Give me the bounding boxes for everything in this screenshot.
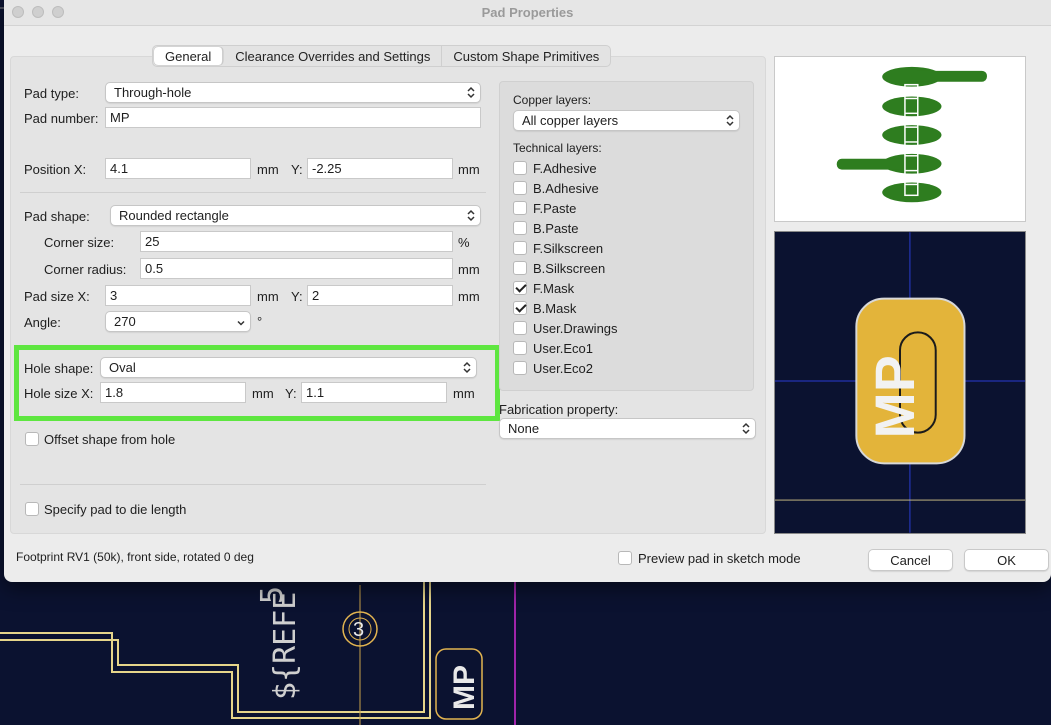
tab-custom-shape-primitives[interactable]: Custom Shape Primitives	[442, 46, 610, 66]
technical-layers-label: Technical layers:	[513, 141, 602, 155]
tab-clearance-overrides[interactable]: Clearance Overrides and Settings	[224, 46, 443, 66]
pad-shape-label: Pad shape:	[24, 209, 90, 224]
select-arrows-icon	[467, 209, 475, 222]
position-x-unit: mm	[257, 162, 279, 177]
corner-radius-label: Corner radius:	[44, 262, 127, 277]
angle-label: Angle:	[24, 315, 61, 330]
hole-size-y-input[interactable]: 1.1	[301, 382, 447, 403]
pad-size-y-label: Y:	[291, 289, 303, 304]
angle-combo[interactable]: 270	[105, 311, 251, 332]
pad-size-y-unit: mm	[458, 289, 480, 304]
preview-pad-label: MP	[864, 355, 926, 438]
select-arrows-icon	[726, 114, 734, 127]
layer-label: User.Drawings	[533, 321, 618, 336]
ok-button[interactable]: OK	[964, 549, 1049, 571]
layer-label: User.Eco1	[533, 341, 593, 356]
select-arrows-icon	[463, 361, 471, 374]
layer-label: User.Eco2	[533, 361, 593, 376]
corner-radius-input[interactable]: 0.5	[140, 258, 453, 279]
layer-user-drawings-checkbox[interactable]	[513, 321, 527, 335]
pad-type-label: Pad type:	[24, 86, 79, 101]
pad-size-x-unit: mm	[257, 289, 279, 304]
hole-shape-value: Oval	[109, 360, 136, 375]
divider	[20, 192, 486, 193]
position-x-label: Position X:	[24, 162, 87, 177]
hole-shape-select[interactable]: Oval	[100, 357, 477, 378]
position-y-input[interactable]: -2.25	[307, 158, 453, 179]
status-text: Footprint RV1 (50k), front side, rotated…	[16, 550, 254, 564]
pad-type-select[interactable]: Through-hole	[105, 82, 481, 103]
layer-label: B.Paste	[533, 221, 579, 236]
die-length-label: Specify pad to die length	[44, 502, 187, 517]
layer-label: B.Silkscreen	[533, 261, 606, 276]
tab-bar: General Clearance Overrides and Settings…	[152, 45, 612, 67]
pad-layer-stack-preview	[774, 56, 1026, 222]
pcb-digit: 5	[255, 586, 290, 604]
select-arrows-icon	[467, 86, 475, 99]
angle-unit: °	[257, 314, 263, 329]
corner-radius-unit: mm	[458, 262, 480, 277]
pad-shape-value: Rounded rectangle	[119, 208, 229, 223]
hole-size-x-label: Hole size X:	[24, 386, 94, 401]
dialog-title: Pad Properties	[481, 5, 574, 20]
layer-b-mask-checkbox[interactable]	[513, 301, 527, 315]
position-y-unit: mm	[458, 162, 480, 177]
layer-f-mask-checkbox[interactable]	[513, 281, 527, 295]
position-y-label: Y:	[291, 162, 303, 177]
offset-shape-checkbox[interactable]	[25, 432, 39, 446]
chevron-down-icon	[237, 320, 245, 326]
copper-layers-select[interactable]: All copper layers	[513, 110, 740, 131]
pad-type-value: Through-hole	[114, 85, 192, 100]
layer-f-paste-checkbox[interactable]	[513, 201, 527, 215]
hole-size-x-unit: mm	[252, 386, 274, 401]
pad-properties-dialog: Pad Properties General Clearance Overrid…	[4, 0, 1051, 582]
pad-preview-canvas: MP	[774, 231, 1026, 534]
die-length-checkbox[interactable]	[25, 502, 39, 516]
pcb-pad-label: MP	[448, 665, 481, 710]
corner-size-label: Corner size:	[44, 235, 115, 250]
pad-size-x-label: Pad size X:	[24, 289, 90, 304]
layer-b-paste-checkbox[interactable]	[513, 221, 527, 235]
cancel-button[interactable]: Cancel	[868, 549, 953, 571]
pad-number-input[interactable]: MP	[105, 107, 481, 128]
angle-value: 270	[114, 314, 136, 329]
sketch-mode-label: Preview pad in sketch mode	[638, 551, 801, 566]
pcb-pin-3: 3	[353, 619, 364, 641]
fabrication-property-select[interactable]: None	[499, 418, 756, 439]
layer-f-silkscreen-checkbox[interactable]	[513, 241, 527, 255]
hole-shape-label: Hole shape:	[24, 361, 94, 376]
tab-general[interactable]: General	[154, 47, 224, 65]
layer-b-adhesive-checkbox[interactable]	[513, 181, 527, 195]
layer-user-eco2-checkbox[interactable]	[513, 361, 527, 375]
layer-label: F.Mask	[533, 281, 575, 296]
corner-size-input[interactable]: 25	[140, 231, 453, 252]
layer-f-adhesive-checkbox[interactable]	[513, 161, 527, 175]
hole-size-y-unit: mm	[453, 386, 475, 401]
layer-label: B.Mask	[533, 301, 577, 316]
pad-shape-select[interactable]: Rounded rectangle	[110, 205, 481, 226]
pad-number-label: Pad number:	[24, 111, 99, 126]
layer-b-silkscreen-checkbox[interactable]	[513, 261, 527, 275]
layer-label: F.Silkscreen	[533, 241, 604, 256]
offset-shape-label: Offset shape from hole	[44, 432, 176, 447]
pad-size-x-input[interactable]: 3	[105, 285, 251, 306]
corner-size-unit: %	[458, 235, 470, 250]
position-x-input[interactable]: 4.1	[105, 158, 251, 179]
pcb-reference-text: ${REFE	[268, 592, 303, 700]
layer-label: F.Adhesive	[533, 161, 597, 176]
copper-layers-value: All copper layers	[522, 113, 619, 128]
pad-size-y-input[interactable]: 2	[307, 285, 453, 306]
fabrication-property-value: None	[508, 421, 540, 436]
layer-label: B.Adhesive	[533, 181, 599, 196]
copper-layers-label: Copper layers:	[513, 93, 592, 107]
select-arrows-icon	[742, 422, 750, 435]
layer-user-eco1-checkbox[interactable]	[513, 341, 527, 355]
divider	[20, 484, 486, 485]
title-bar: Pad Properties	[4, 0, 1051, 26]
sketch-mode-checkbox[interactable]	[618, 551, 632, 565]
layer-label: F.Paste	[533, 201, 577, 216]
hole-size-x-input[interactable]: 1.8	[100, 382, 246, 403]
fabrication-property-label: Fabrication property:	[499, 402, 619, 417]
hole-size-y-label: Y:	[285, 386, 297, 401]
